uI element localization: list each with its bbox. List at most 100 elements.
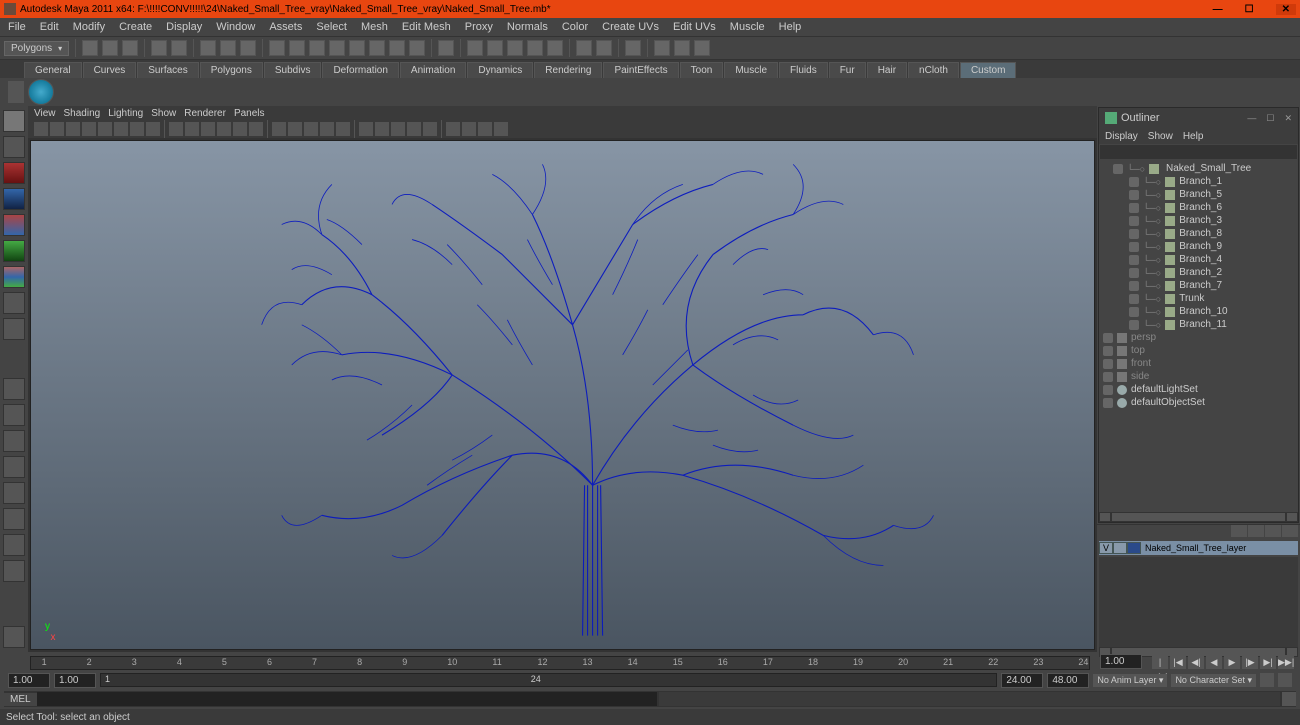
outliner-search[interactable] [1100,145,1297,159]
menu-edit-uvs[interactable]: Edit UVs [669,21,720,33]
render-icon[interactable] [467,40,483,56]
menu-normals[interactable]: Normals [503,21,552,33]
menu-muscle[interactable]: Muscle [726,21,769,33]
outliner-root[interactable]: └─○ Naked_Small_Tree [1101,162,1296,175]
layout-persp-icon[interactable] [3,378,25,400]
vp-toolbar-icon-14[interactable] [272,122,286,136]
layout-hypershade-icon[interactable] [3,534,25,556]
show-manip-icon[interactable] [625,40,641,56]
move-tool[interactable] [3,188,25,210]
vp-toolbar-icon-8[interactable] [169,122,183,136]
visibility-toggle[interactable] [1129,177,1139,187]
vp-toolbar-icon-16[interactable] [304,122,318,136]
autokey-button[interactable] [1260,673,1274,687]
viewport[interactable]: y x [30,140,1095,650]
shelf-tab-painteffects[interactable]: PaintEffects [603,62,678,78]
shelf-tab-rendering[interactable]: Rendering [534,62,602,78]
layout-four-icon[interactable] [596,40,612,56]
step-back-key-button[interactable]: |◀ [1170,655,1186,669]
vp-toolbar-icon-9[interactable] [185,122,199,136]
outliner-max-button[interactable]: ☐ [1266,113,1274,124]
shelf-tab-fluids[interactable]: Fluids [779,62,828,78]
lasso-tool[interactable] [3,136,25,158]
outliner-item-branch_6[interactable]: └─○Branch_6 [1101,201,1296,214]
vp-toolbar-icon-12[interactable] [233,122,247,136]
playback-end-field[interactable]: 24.00 [1001,673,1043,688]
outliner-title-bar[interactable]: Outliner — ☐ ✕ [1099,108,1298,128]
layout-persp-graph-icon[interactable] [3,508,25,530]
outliner-camera-top[interactable]: top [1101,344,1296,357]
vp-toolbar-icon-23[interactable] [423,122,437,136]
step-fwd-key-button[interactable]: ▶| [1260,655,1276,669]
scroll-left-icon[interactable] [1100,513,1110,521]
step-fwd-button[interactable]: |▶ [1242,655,1258,669]
scroll-right-icon[interactable] [1287,513,1297,521]
outliner-item-branch_4[interactable]: └─○Branch_4 [1101,253,1296,266]
visibility-toggle[interactable] [1129,242,1139,252]
vp-toolbar-icon-13[interactable] [249,122,263,136]
layer-tab-render[interactable] [1248,525,1264,537]
visibility-toggle[interactable] [1129,203,1139,213]
visibility-toggle[interactable] [1129,320,1139,330]
layout-custom-icon[interactable] [3,560,25,582]
select-component-icon[interactable] [240,40,256,56]
outliner-item-branch_5[interactable]: └─○Branch_5 [1101,188,1296,201]
outliner-camera-front[interactable]: front [1101,357,1296,370]
vp-toolbar-icon-4[interactable] [98,122,112,136]
outliner-item-branch_11[interactable]: └─○Branch_11 [1101,318,1296,331]
shelf-tab-toon[interactable]: Toon [680,62,724,78]
save-scene-icon[interactable] [122,40,138,56]
cmd-input[interactable] [37,692,658,706]
render-settings-icon[interactable] [507,40,523,56]
play-back-button[interactable]: ◀ [1206,655,1222,669]
shelf-tab-ncloth[interactable]: nCloth [908,62,959,78]
outliner-item-branch_9[interactable]: └─○Branch_9 [1101,240,1296,253]
script-editor-button[interactable] [1282,692,1296,706]
layer-type-toggle[interactable] [1113,542,1127,554]
snap-plane-icon[interactable] [329,40,345,56]
history-icon[interactable] [438,40,454,56]
visibility-toggle[interactable] [1129,268,1139,278]
vp-toolbar-icon-24[interactable] [446,122,460,136]
outliner-camera-side[interactable]: side [1101,370,1296,383]
visibility-toggle[interactable] [1129,190,1139,200]
layout-single-icon[interactable] [576,40,592,56]
visibility-toggle[interactable] [1103,372,1113,382]
outliner-item-trunk[interactable]: └─○Trunk [1101,292,1296,305]
vp-toolbar-icon-21[interactable] [391,122,405,136]
prefs-button[interactable] [1278,673,1292,687]
layer-vis-toggle[interactable]: V [1099,542,1113,554]
shelf-tab-general[interactable]: General [24,62,82,78]
outliner-set-defaultObjectSet[interactable]: defaultObjectSet [1101,396,1296,409]
misc1-icon[interactable] [654,40,670,56]
shelf-tab-muscle[interactable]: Muscle [724,62,778,78]
custom-shelf-button[interactable] [28,79,54,105]
shelf-tab-custom[interactable]: Custom [960,62,1016,78]
last-tool[interactable] [3,626,25,648]
layout-two-stacked-icon[interactable] [3,456,25,478]
anim-start-field[interactable]: 1.00 [8,673,50,688]
playback-start-field[interactable]: 1.00 [54,673,96,688]
visibility-toggle[interactable] [1103,385,1113,395]
menu-window[interactable]: Window [212,21,259,33]
vp-toolbar-icon-26[interactable] [478,122,492,136]
universal-manip-tool[interactable] [3,266,25,288]
ipr-icon[interactable] [487,40,503,56]
outliner-menu-display[interactable]: Display [1105,131,1138,142]
outliner-menu-help[interactable]: Help [1183,131,1204,142]
menu-create-uvs[interactable]: Create UVs [598,21,663,33]
shelf-toggle-icon[interactable] [8,81,24,103]
shelf-tab-animation[interactable]: Animation [400,62,466,78]
vp-toolbar-icon-0[interactable] [34,122,48,136]
visibility-toggle[interactable] [1129,229,1139,239]
close-button[interactable]: ✕ [1276,4,1296,15]
snap-grid-icon[interactable] [269,40,285,56]
shelf-tab-curves[interactable]: Curves [83,62,137,78]
vp-toolbar-icon-7[interactable] [146,122,160,136]
undo-icon[interactable] [151,40,167,56]
menu-file[interactable]: File [4,21,30,33]
visibility-toggle[interactable] [1129,255,1139,265]
shelf-tab-polygons[interactable]: Polygons [200,62,263,78]
menu-color[interactable]: Color [558,21,592,33]
shelf-tab-subdivs[interactable]: Subdivs [264,62,322,78]
